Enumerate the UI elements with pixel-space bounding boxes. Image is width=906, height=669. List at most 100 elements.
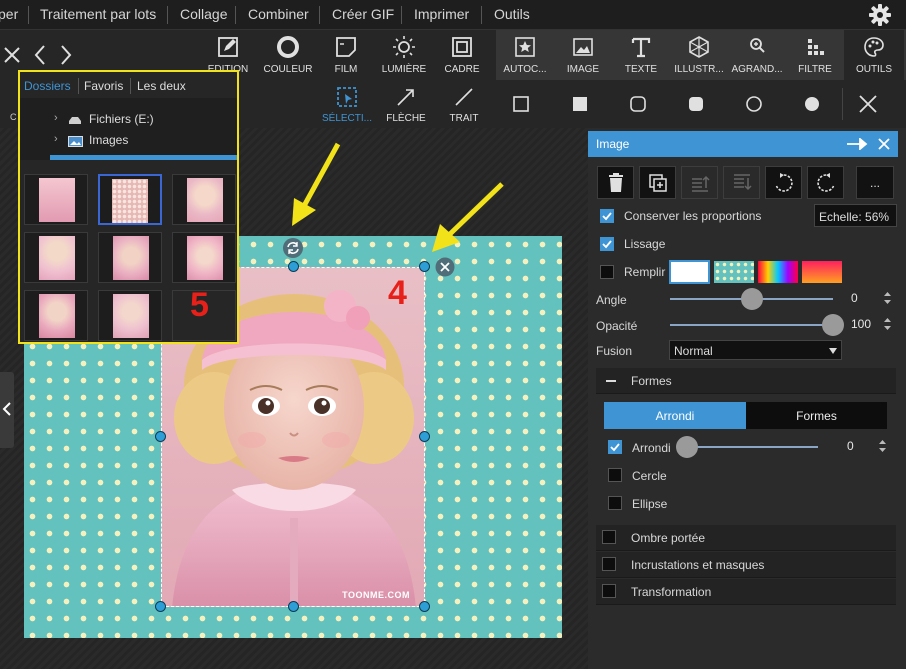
bring-forward-button[interactable] [681,166,718,199]
pin-icon[interactable] [846,138,868,150]
gear-icon[interactable] [868,3,892,27]
tool-line[interactable]: TRAIT [436,80,492,128]
tab-folders[interactable]: Dossiers [24,79,71,93]
tool-tools[interactable]: OUTILS [844,30,904,80]
menu-item-create-gif[interactable]: Créer GIF [332,6,394,22]
collapse-panel-tab[interactable] [0,372,14,448]
scale-field[interactable]: Echelle: 56% [814,204,897,227]
circle-filled-icon[interactable] [804,96,820,112]
resize-handle-right[interactable] [419,431,430,442]
close-icon[interactable] [858,94,878,114]
thumbnail[interactable] [98,290,162,341]
tab-both[interactable]: Les deux [137,79,186,93]
tool-light[interactable]: LUMIÈRE [376,30,432,80]
rotate-right-button[interactable] [807,166,844,199]
menu-item-tools[interactable]: Outils [494,6,530,22]
spinner-arrows-icon[interactable] [878,438,887,454]
rounded-square-filled-icon[interactable] [688,96,704,112]
fill-swatch-gradient[interactable] [802,261,842,283]
angle-label: Angle [596,293,627,307]
blend-mode-select[interactable]: Normal [669,340,842,360]
shapes-section-header[interactable]: Formes [596,368,896,394]
tab-shapes[interactable]: Formes [746,402,887,429]
tab-favorites[interactable]: Favoris [84,79,123,93]
inlays-masks-checkbox[interactable] [602,557,616,571]
send-backward-button[interactable] [723,166,760,199]
arrow-icon [397,89,414,106]
resize-handle-top-right[interactable] [419,261,430,272]
menu-item-print[interactable]: Imprimer [414,6,469,22]
thumbnail[interactable] [172,232,236,283]
tree-scroll-indicator[interactable] [50,155,237,160]
fill-checkbox[interactable] [600,265,614,279]
square-outline-icon[interactable] [513,96,529,112]
rounded-slider-knob[interactable] [676,436,698,458]
angle-slider-knob[interactable] [740,288,763,310]
tree-item-images[interactable]: › Images [54,133,204,151]
tool-autocollage[interactable]: AUTOC... [498,30,552,80]
tab-separator [130,78,131,94]
resize-handle-bottom-right[interactable] [419,601,430,612]
drop-shadow-section[interactable]: Ombre portée [596,525,896,551]
tool-selection[interactable]: SÉLECTI... [318,80,376,128]
opacity-slider-knob[interactable] [822,314,844,336]
thumbnail[interactable] [24,290,88,341]
rounded-checkbox[interactable] [608,440,622,454]
tool-illustration[interactable]: ILLUSTR... [672,30,726,80]
menu-item-per[interactable]: per [0,6,18,22]
thumbnail[interactable] [98,232,162,283]
resize-handle-bottom[interactable] [288,601,299,612]
square-filled-icon[interactable] [572,96,588,112]
tool-color[interactable]: COULEUR [260,30,316,80]
menu-item-combine[interactable]: Combiner [248,6,309,22]
duplicate-icon [649,174,667,192]
drop-shadow-checkbox[interactable] [602,530,616,544]
spinner-arrows-icon[interactable] [883,290,892,306]
spinner-arrows-icon[interactable] [883,316,892,332]
rounded-slider-track[interactable] [678,446,818,448]
tool-arrow[interactable]: FLÈCHE [378,80,434,128]
rotate-left-button[interactable] [765,166,802,199]
ellipse-checkbox[interactable] [608,496,622,510]
menu-item-batch[interactable]: Traitement par lots [40,6,156,22]
tab-rounded[interactable]: Arrondi [604,402,746,429]
rounded-square-outline-icon[interactable] [630,96,646,112]
menu-item-collage[interactable]: Collage [180,6,227,22]
chevron-left-icon[interactable] [32,44,48,66]
keep-proportions-checkbox[interactable] [600,209,614,223]
tool-image[interactable]: IMAGE [556,30,610,80]
fill-swatch-white[interactable] [669,260,710,284]
tool-film[interactable]: FILM [318,30,374,80]
fill-swatch-rainbow[interactable] [758,261,798,283]
resize-handle-top[interactable] [288,261,299,272]
delete-layer-icon[interactable] [435,257,455,277]
thumbnail[interactable] [24,174,88,225]
opacity-slider-track[interactable] [670,324,833,326]
close-icon[interactable] [2,45,22,65]
inlays-masks-section[interactable]: Incrustations et masques [596,552,896,578]
rotate-handle-icon[interactable] [282,237,304,259]
circle-outline-icon[interactable] [746,96,762,112]
transformation-section[interactable]: Transformation [596,579,896,605]
thumbnail-selected[interactable] [98,174,162,225]
resize-handle-left[interactable] [155,431,166,442]
fill-swatch-pattern[interactable] [714,261,754,283]
resize-handle-bottom-left[interactable] [155,601,166,612]
tool-filter[interactable]: FILTRE [788,30,842,80]
duplicate-button[interactable] [639,166,676,199]
delete-button[interactable] [597,166,634,199]
close-icon[interactable] [878,138,890,150]
transformation-checkbox[interactable] [602,584,616,598]
smoothing-checkbox[interactable] [600,237,614,251]
tool-label: AGRAND... [731,64,783,75]
circle-checkbox[interactable] [608,468,622,482]
thumbnail[interactable] [24,232,88,283]
tool-enlarge[interactable]: AGRAND... [728,30,786,80]
tool-text[interactable]: TEXTE [614,30,668,80]
chevron-right-icon[interactable] [58,44,74,66]
thumbnail[interactable] [172,174,236,225]
more-options-button[interactable]: ... [856,166,894,199]
tab-shapes-label: Formes [796,409,837,423]
tool-frame[interactable]: CADRE [434,30,490,80]
tree-item-files[interactable]: › Fichiers (E:) [54,112,204,130]
